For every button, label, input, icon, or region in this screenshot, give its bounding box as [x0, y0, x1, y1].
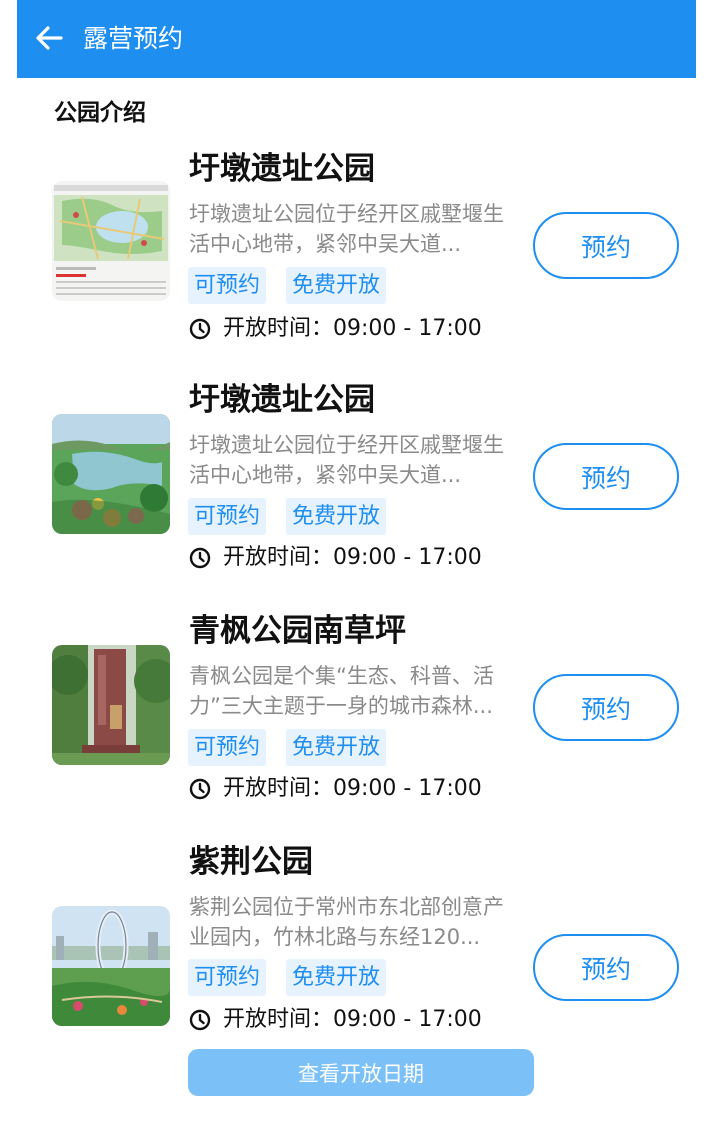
- tag-bookable: 可预约: [188, 498, 267, 535]
- park-thumbnail-map[interactable]: [52, 181, 170, 301]
- opening-hours: 开放时间： 09:00 - 17:00: [189, 1005, 482, 1035]
- opening-hours: 开放时间： 09:00 - 17:00: [189, 314, 482, 344]
- hours-label: 开放时间：: [223, 776, 334, 801]
- park-card[interactable]: 圩墩遗址公园 圩墩遗址公园位于经开区戚墅堰生活中心地带，紧邻中吴大道... 可预…: [0, 376, 724, 576]
- park-description: 圩墩遗址公园位于经开区戚墅堰生活中心地带，紧邻中吴大道...: [189, 202, 504, 256]
- clock-icon: [189, 547, 211, 569]
- book-button[interactable]: 预约: [533, 674, 679, 741]
- book-button[interactable]: 预约: [533, 443, 679, 510]
- tag-free-entry: 免费开放: [286, 959, 387, 996]
- opening-hours: 开放时间： 09:00 - 17:00: [189, 543, 482, 573]
- park-card[interactable]: 青枫公园南草坪 青枫公园是个集“生态、科普、活力”三大主题于一身的城市森林...…: [0, 607, 724, 807]
- view-open-dates-button[interactable]: 查看开放日期: [188, 1049, 534, 1096]
- park-description: 青枫公园是个集“生态、科普、活力”三大主题于一身的城市森林...: [189, 664, 494, 718]
- book-button[interactable]: 预约: [533, 934, 679, 1001]
- hours-value: 09:00 - 17:00: [333, 776, 482, 801]
- park-description: 紫荆公园位于常州市东北部创意产业园内，竹林北路与东经120...: [189, 895, 504, 949]
- park-thumbnail-monument[interactable]: [52, 645, 170, 765]
- park-sculpture-image: [52, 906, 170, 1026]
- park-card[interactable]: 紫荆公园 紫荆公园位于常州市东北部创意产业园内，竹林北路与东经120... 可预…: [0, 838, 724, 1038]
- park-name: 紫荆公园: [189, 844, 313, 880]
- book-button[interactable]: 预约: [533, 212, 679, 279]
- hours-label: 开放时间：: [223, 1007, 334, 1032]
- clock-icon: [189, 778, 211, 800]
- hours-value: 09:00 - 17:00: [333, 1007, 482, 1032]
- park-card[interactable]: 圩墩遗址公园 圩墩遗址公园位于经开区戚墅堰生活中心地带，紧邻中吴大道... 可预…: [0, 145, 724, 345]
- hours-value: 09:00 - 17:00: [333, 545, 482, 570]
- park-description: 圩墩遗址公园位于经开区戚墅堰生活中心地带，紧邻中吴大道...: [189, 433, 504, 487]
- clock-icon: [189, 318, 211, 340]
- tag-bookable: 可预约: [188, 267, 267, 304]
- tag-free-entry: 免费开放: [286, 498, 387, 535]
- opening-hours: 开放时间： 09:00 - 17:00: [189, 774, 482, 804]
- arrow-left-icon: [36, 26, 63, 50]
- tag-bookable: 可预约: [188, 959, 267, 996]
- park-thumbnail-sculpture[interactable]: [52, 906, 170, 1026]
- hours-label: 开放时间：: [223, 316, 334, 341]
- app-bar: 露营预约: [17, 0, 696, 78]
- section-title: 公园介绍: [54, 100, 146, 126]
- tag-free-entry: 免费开放: [286, 729, 387, 766]
- hours-label: 开放时间：: [223, 545, 334, 570]
- tag-bookable: 可预约: [188, 729, 267, 766]
- park-thumbnail-lake[interactable]: [52, 414, 170, 534]
- park-lake-image: [52, 414, 170, 534]
- park-name: 青枫公园南草坪: [189, 613, 406, 649]
- park-name: 圩墩遗址公园: [189, 151, 375, 187]
- tag-free-entry: 免费开放: [286, 267, 387, 304]
- park-name: 圩墩遗址公园: [189, 382, 375, 418]
- park-map-image: [52, 181, 170, 301]
- park-monument-image: [52, 645, 170, 765]
- page-title: 露营预约: [83, 24, 184, 53]
- clock-icon: [189, 1009, 211, 1031]
- back-button[interactable]: [31, 20, 67, 56]
- hours-value: 09:00 - 17:00: [333, 316, 482, 341]
